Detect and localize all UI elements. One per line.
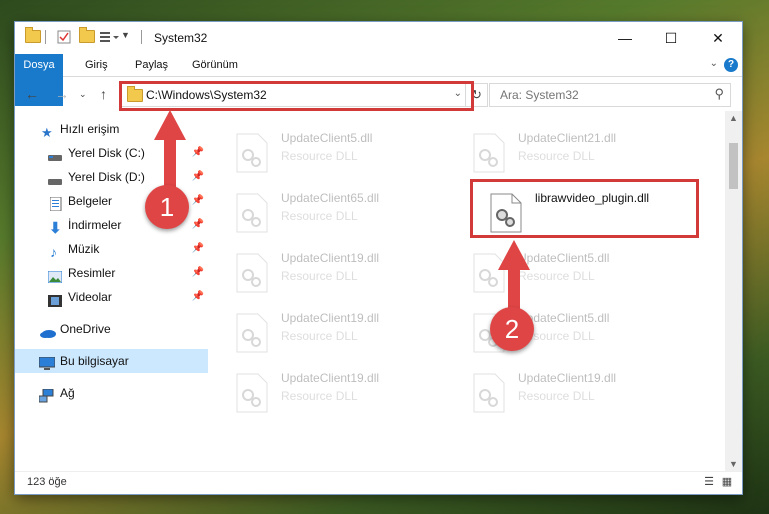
picture-icon [47, 267, 63, 284]
search-input[interactable] [498, 87, 702, 103]
sidebar-item-this-pc[interactable]: Bu bilgisayar [15, 349, 208, 373]
minimize-button[interactable]: — [602, 22, 648, 54]
vertical-scrollbar[interactable]: ▲ ▼ [725, 111, 742, 471]
sidebar-item-pictures[interactable]: Resimler 📌 [15, 261, 208, 285]
tab-share[interactable]: Paylaş [125, 54, 178, 76]
sidebar-item-music[interactable]: ♪ Müzik 📌 [15, 237, 208, 261]
dll-file-icon [473, 133, 505, 173]
file-item[interactable]: UpdateClient19.dll Resource DLL [448, 365, 648, 417]
maximize-button[interactable]: ☐ [648, 22, 694, 54]
recent-locations-icon[interactable]: ⌄ [79, 89, 87, 100]
drive-icon [48, 171, 62, 185]
step-1-badge: 1 [145, 185, 189, 229]
document-icon [49, 195, 64, 212]
scroll-up-icon[interactable]: ▲ [729, 113, 738, 123]
dll-file-icon [236, 193, 268, 233]
music-icon: ♪ [50, 244, 57, 260]
customize-toolbar-icon[interactable] [99, 30, 121, 44]
video-icon [48, 291, 62, 307]
sidebar-item-onedrive[interactable]: OneDrive [15, 317, 208, 341]
drive-icon [48, 147, 62, 161]
dll-file-icon [473, 373, 505, 413]
sidebar-item-network[interactable]: Ağ [15, 381, 208, 405]
help-icon[interactable]: ? [724, 58, 738, 72]
window-title: System32 [154, 31, 208, 45]
cloud-icon [39, 323, 56, 338]
pin-icon[interactable]: 📌 [192, 213, 204, 237]
tab-home[interactable]: Giriş [75, 54, 118, 76]
file-list: UpdateClient5.dll Resource DLL UpdateCli… [211, 111, 725, 471]
properties-icon[interactable] [57, 30, 71, 44]
file-item[interactable]: UpdateClient19.dll Resource DLL [211, 245, 411, 297]
file-item[interactable]: UpdateClient19.dll Resource DLL [211, 365, 411, 417]
dll-file-icon [236, 373, 268, 413]
close-button[interactable]: ✕ [695, 22, 741, 54]
chevron-down-icon[interactable]: ⌄ [710, 58, 718, 69]
large-icons-view-icon[interactable]: ▦ [720, 475, 734, 489]
pin-icon[interactable]: 📌 [192, 165, 204, 189]
dll-file-icon [236, 313, 268, 353]
file-item[interactable]: UpdateClient5.dll Resource DLL [448, 245, 648, 297]
file-item[interactable]: UpdateClient65.dll Resource DLL [211, 185, 411, 237]
pin-icon[interactable]: 📌 [192, 189, 204, 213]
up-button[interactable]: ↑ [100, 86, 107, 102]
tab-view[interactable]: Görünüm [182, 54, 248, 76]
download-icon: ⬇ [49, 220, 62, 237]
pin-icon[interactable]: 📌 [192, 285, 204, 309]
step-2-badge: 2 [490, 307, 534, 351]
dropdown-arrow-icon[interactable]: ▼ [121, 30, 130, 40]
sidebar-item-videos[interactable]: Videolar 📌 [15, 285, 208, 309]
file-item[interactable]: UpdateClient21.dll Resource DLL [448, 125, 648, 177]
pin-icon[interactable]: 📌 [192, 237, 204, 261]
forward-button[interactable]: → [55, 86, 69, 102]
search-icon[interactable]: ⚲ [714, 86, 724, 102]
item-count: 123 öğe [27, 476, 67, 488]
arrow-up-icon [498, 240, 530, 316]
highlight-address-bar [119, 81, 474, 111]
scrollbar-thumb[interactable] [729, 143, 738, 189]
ribbon-tabs: Dosya Giriş Paylaş Görünüm ⌄ ? [15, 54, 742, 106]
title-bar: ▼ System32 — ☐ ✕ [15, 22, 742, 54]
star-icon: ★ [41, 125, 53, 140]
pin-icon[interactable]: 📌 [192, 261, 204, 285]
file-item[interactable]: UpdateClient5.dll Resource DLL [211, 125, 411, 177]
folder-icon [25, 27, 41, 43]
scroll-down-icon[interactable]: ▼ [729, 459, 738, 469]
search-box[interactable]: ⚲ [489, 83, 731, 107]
separator [45, 30, 46, 44]
computer-icon [38, 355, 56, 370]
details-view-icon[interactable]: ☰ [702, 475, 716, 489]
back-button[interactable]: ← [25, 86, 39, 102]
new-folder-icon[interactable] [79, 27, 95, 43]
pin-icon[interactable]: 📌 [192, 141, 204, 165]
dll-file-icon [236, 133, 268, 173]
status-bar: 123 öğe ☰ ▦ [15, 471, 742, 494]
file-item[interactable]: UpdateClient5.dll Resource DLL [448, 305, 648, 357]
file-item[interactable]: UpdateClient19.dll Resource DLL [211, 305, 411, 357]
separator [141, 30, 142, 44]
network-icon [38, 387, 54, 403]
highlight-dll-file [470, 179, 699, 238]
dll-file-icon [236, 253, 268, 293]
